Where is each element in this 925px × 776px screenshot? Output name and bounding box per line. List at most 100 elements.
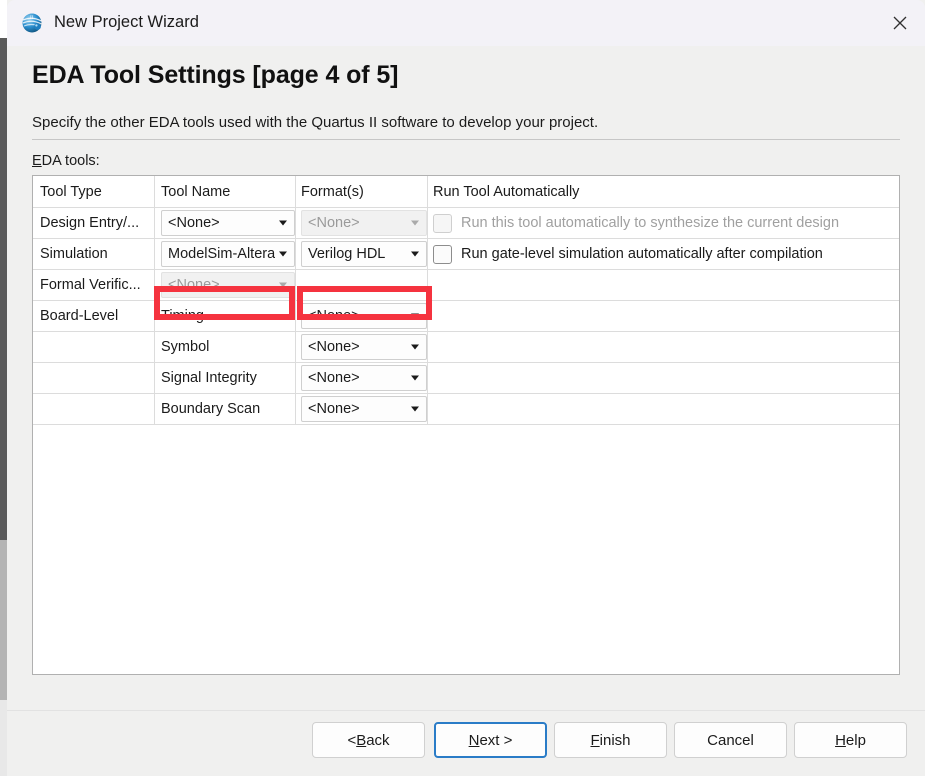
help-button-post: elp: [845, 731, 866, 749]
run-tool-checkbox-label: Run this tool automatically to synthesiz…: [461, 215, 840, 231]
table-row: Formal Verific... <None>: [33, 270, 899, 301]
close-icon[interactable]: [875, 0, 925, 46]
eda-tools-label-accel: E: [32, 153, 42, 169]
cell-format: Verilog HDL: [296, 239, 428, 269]
finish-button-post: inish: [599, 731, 631, 749]
run-tool-checkbox-group: Run gate-level simulation automatically …: [433, 244, 823, 264]
cell-tool-type: [33, 394, 155, 424]
table-row: Board-Level Timing <None>: [33, 301, 899, 332]
header-formats: Format(s): [296, 176, 428, 207]
format-dropdown-value: <None>: [308, 370, 360, 386]
format-dropdown[interactable]: <None>: [301, 303, 427, 329]
table-row: Boundary Scan <None>: [33, 394, 899, 425]
format-dropdown-value: <None>: [308, 215, 360, 231]
cell-tool-type: Formal Verific...: [33, 270, 155, 300]
cell-tool-name: <None>: [155, 270, 296, 300]
header-tool-name: Tool Name: [155, 176, 296, 207]
wizard-content: EDA Tool Settings [page 4 of 5] Specify …: [7, 46, 925, 776]
cell-format: <None>: [296, 394, 428, 424]
back-button-accel: B: [356, 731, 367, 749]
cell-run-tool: [428, 270, 899, 300]
page-title: EDA Tool Settings [page 4 of 5]: [32, 61, 399, 89]
cell-tool-type: Board-Level: [33, 301, 155, 331]
new-project-wizard-window: II New Project Wizard EDA Tool Settings …: [0, 0, 925, 776]
cell-tool-type: [33, 363, 155, 393]
cell-tool-type: Simulation: [33, 239, 155, 269]
header-run-tool: Run Tool Automatically: [433, 183, 580, 200]
help-button[interactable]: Help: [794, 722, 907, 758]
finish-button-accel: F: [590, 731, 600, 749]
run-tool-checkbox-label: Run gate-level simulation automatically …: [461, 246, 823, 262]
chevron-down-icon: [411, 406, 419, 412]
eda-tools-table: Tool Type Tool Name Format(s) Run Tool Auto…: [32, 175, 900, 675]
chevron-down-icon: [279, 251, 287, 257]
format-dropdown[interactable]: Verilog HDL: [301, 241, 427, 267]
tool-name-dropdown-value: <None>: [168, 277, 220, 293]
table-row: Simulation ModelSim-Altera Verilog HDL Run …: [33, 239, 899, 270]
format-dropdown-value: <None>: [308, 308, 360, 324]
help-button-accel: H: [835, 731, 846, 749]
chevron-down-icon: [411, 220, 419, 226]
cell-tool-name: ModelSim-Altera: [155, 239, 296, 269]
format-dropdown[interactable]: <None>: [301, 365, 427, 391]
format-dropdown-value: Verilog HDL: [308, 246, 386, 262]
chevron-down-icon: [411, 313, 419, 319]
next-button[interactable]: Next >: [434, 722, 547, 758]
cell-run-tool: Run this tool automatically to synthesiz…: [428, 208, 899, 238]
run-tool-checkbox: [433, 213, 452, 233]
cancel-button[interactable]: Cancel: [674, 722, 787, 758]
format-dropdown-value: <None>: [308, 401, 360, 417]
table-header-row: Tool Type Tool Name Format(s) Run Tool Auto…: [33, 176, 899, 208]
cell-tool-name: Symbol: [155, 332, 296, 362]
next-button-post: ext >: [479, 731, 513, 749]
quartus-logo-icon: II: [21, 11, 44, 34]
title-bar: II New Project Wizard: [7, 0, 925, 46]
chevron-down-icon: [411, 375, 419, 381]
cell-run-tool: [428, 363, 899, 393]
cell-tool-name: Boundary Scan: [155, 394, 296, 424]
tool-name-text: Boundary Scan: [161, 401, 261, 417]
cell-tool-name: Signal Integrity: [155, 363, 296, 393]
tool-name-dropdown[interactable]: <None>: [161, 210, 295, 236]
cell-format: <None>: [296, 208, 428, 238]
chevron-down-icon: [411, 251, 419, 257]
cell-tool-name: Timing: [155, 301, 296, 331]
cell-format: [296, 270, 428, 300]
table-row: Signal Integrity <None>: [33, 363, 899, 394]
format-dropdown: <None>: [301, 210, 427, 236]
tool-name-text: Signal Integrity: [161, 370, 257, 386]
cell-run-tool: [428, 332, 899, 362]
cell-format: <None>: [296, 363, 428, 393]
format-dropdown-value: <None>: [308, 339, 360, 355]
tool-name-dropdown-value: ModelSim-Altera: [168, 246, 276, 262]
tool-name-dropdown: <None>: [161, 272, 295, 298]
chevron-down-icon: [279, 220, 287, 226]
table-row: Design Entry/... <None> <None> Run this too…: [33, 208, 899, 239]
run-tool-checkbox[interactable]: [433, 244, 452, 264]
cell-run-tool: Run gate-level simulation automatically …: [428, 239, 899, 269]
eda-tools-label: EDA tools:: [32, 153, 100, 169]
next-button-accel: N: [468, 731, 480, 749]
cancel-button-post: Cancel: [707, 731, 754, 749]
format-dropdown[interactable]: <None>: [301, 396, 427, 422]
cell-run-tool: [428, 394, 899, 424]
cell-format: <None>: [296, 301, 428, 331]
cell-format: <None>: [296, 332, 428, 362]
format-dropdown[interactable]: <None>: [301, 334, 427, 360]
window-left-edge: [0, 0, 7, 776]
page-subtitle: Specify the other EDA tools used with th…: [32, 114, 599, 131]
chevron-down-icon: [279, 282, 287, 288]
table-row: Symbol <None>: [33, 332, 899, 363]
finish-button[interactable]: Finish: [554, 722, 667, 758]
footer-divider: [7, 710, 925, 711]
tool-name-dropdown[interactable]: ModelSim-Altera: [161, 241, 295, 267]
tool-name-dropdown-value: <None>: [168, 215, 220, 231]
header-tool-type: Tool Type: [33, 176, 155, 207]
back-button[interactable]: < Back: [312, 722, 425, 758]
run-tool-checkbox-group: Run this tool automatically to synthesiz…: [433, 213, 840, 233]
cell-tool-type: [33, 332, 155, 362]
svg-text:II: II: [30, 16, 34, 21]
back-button-pre: <: [347, 731, 357, 749]
tool-name-text: Timing: [161, 308, 204, 324]
wizard-button-bar: < Back Next > Finish Cancel Help: [7, 722, 925, 772]
